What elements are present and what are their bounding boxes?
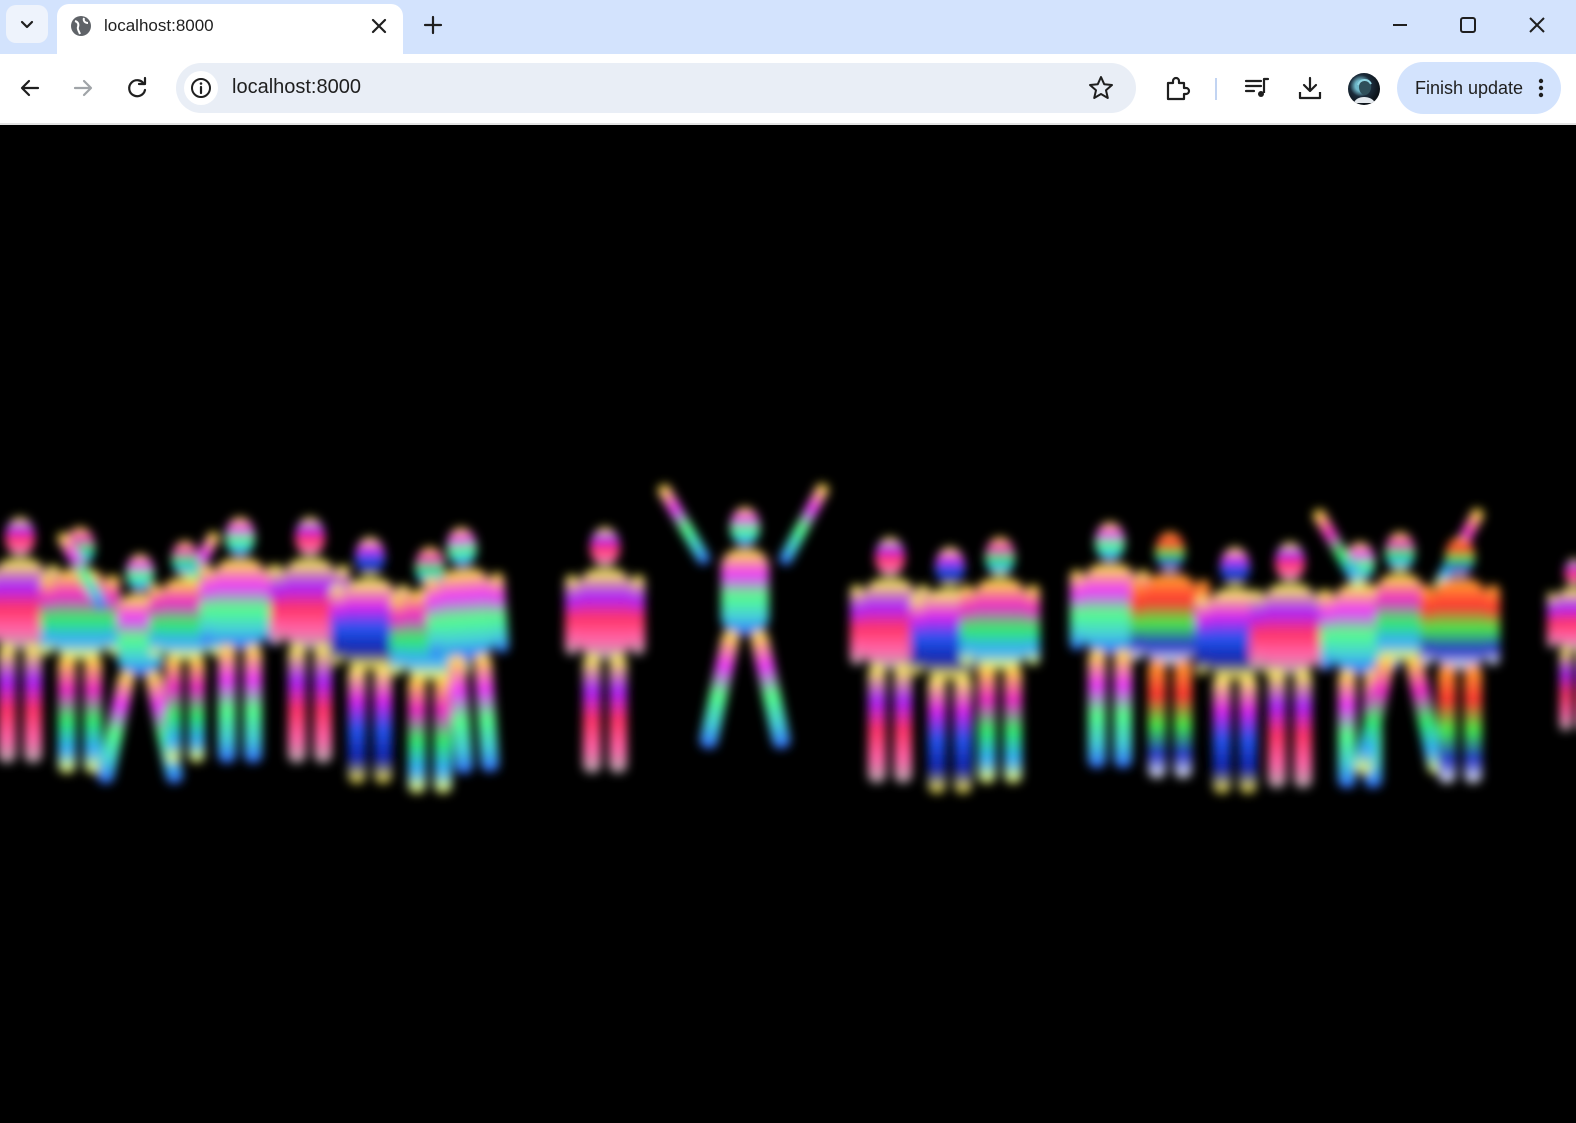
finish-update-label: Finish update [1415, 78, 1524, 98]
puzzle-icon[interactable] [1163, 74, 1191, 102]
page-viewport [0, 125, 1576, 1123]
download-icon[interactable] [1296, 74, 1324, 102]
dancer [565, 527, 645, 773]
url-text: localhost:8000 [232, 76, 361, 98]
avatar[interactable] [1348, 73, 1380, 105]
tab-strip: localhost:8000 [0, 0, 1576, 54]
dancer [1250, 542, 1330, 788]
minimize-icon[interactable] [1387, 12, 1413, 38]
forward-arrow-icon[interactable] [69, 74, 97, 102]
profile-picture [1354, 79, 1375, 103]
site-info-button[interactable] [184, 71, 218, 105]
finish-update-button[interactable]: Finish update [1397, 62, 1561, 114]
media-queue-icon[interactable] [1243, 74, 1271, 102]
star-icon[interactable] [1087, 74, 1115, 102]
globe-icon [71, 16, 91, 36]
active-tab[interactable]: localhost:8000 [57, 4, 403, 54]
tab-search-button[interactable] [6, 5, 48, 43]
dancing-crowd-image [0, 481, 1576, 793]
kebab-menu-icon[interactable] [1529, 76, 1553, 100]
info-icon [191, 78, 211, 98]
back-arrow-icon[interactable] [16, 74, 44, 102]
dancer [655, 481, 831, 751]
chevron-down-icon [20, 20, 34, 29]
dancer [200, 517, 280, 763]
address-bar[interactable]: localhost:8000 [176, 63, 1136, 113]
close-icon[interactable] [368, 15, 390, 37]
toolbar-separator [1215, 78, 1217, 100]
maximize-icon[interactable] [1455, 12, 1481, 38]
close-window-icon[interactable] [1524, 12, 1550, 38]
reload-icon[interactable] [123, 74, 151, 102]
toolbar: localhost:8000 Finish update [0, 54, 1576, 123]
tab-title: localhost:8000 [104, 16, 214, 35]
dancer [1547, 558, 1576, 731]
plus-icon[interactable] [420, 12, 446, 38]
